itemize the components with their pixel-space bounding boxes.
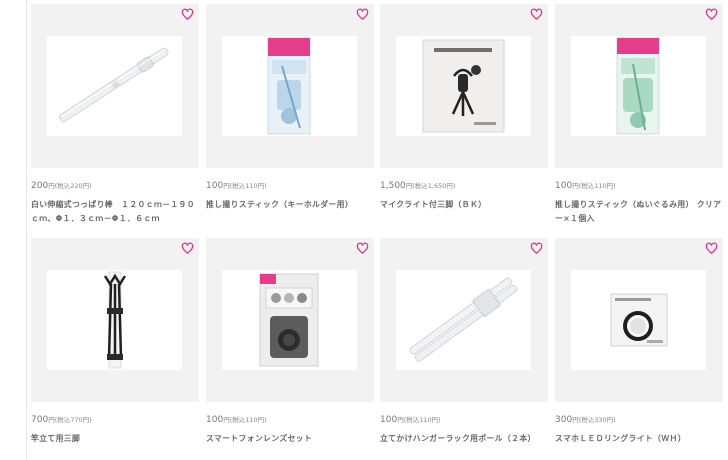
product-name[interactable]: 推し撮りスティック（ぬいぐるみ用） クリアー×１個入 — [555, 198, 723, 226]
product-name[interactable]: 推し撮りスティック（キーホルダー用） — [206, 198, 374, 212]
product-photo-hanger-rack-poles[interactable] — [396, 270, 531, 370]
product-name-link[interactable]: スマホＬＥＤリングライト（ＷＨ） — [555, 434, 686, 443]
product-price: 100円(税込110円) — [206, 415, 267, 425]
product-name-link[interactable]: 推し撮りスティック（キーホルダー用） — [206, 200, 353, 209]
product-photo-lens-set[interactable] — [222, 270, 357, 370]
product-price: 1,500円(税込1,650円) — [380, 181, 456, 191]
product-name-link[interactable]: 竿立て用三脚 — [31, 434, 80, 443]
page-left-rule — [26, 0, 27, 460]
product-tax-price: 円(税込1,650円) — [405, 182, 456, 190]
favorite-heart-icon[interactable] — [530, 8, 543, 21]
product-tax-price: 円(税込220円) — [48, 182, 92, 190]
product-image-tile[interactable] — [555, 4, 723, 168]
favorite-heart-icon[interactable] — [530, 242, 543, 255]
product-name[interactable]: 立てかけハンガーラック用ポール（２本） — [380, 432, 548, 446]
product-price: 100円(税込110円) — [380, 415, 441, 425]
product-image-tile[interactable] — [206, 4, 374, 168]
product-name[interactable]: スマートフォンレンズセット — [206, 432, 374, 446]
product-image-tile[interactable] — [380, 4, 548, 168]
favorite-heart-icon[interactable] — [705, 242, 718, 255]
product-tax-price: 円(税込110円) — [223, 182, 267, 190]
product-name-link[interactable]: 白い伸縮式つっぱり棒 １２０ｃｍ－１９０ｃｍ、Φ１．３ｃｍ－Φ１．６ｃｍ — [31, 200, 195, 223]
product-image-tile[interactable] — [31, 4, 199, 168]
product-image-tile[interactable] — [206, 238, 374, 402]
product-name[interactable]: 白い伸縮式つっぱり棒 １２０ｃｍ－１９０ｃｍ、Φ１．３ｃｍ－Φ１．６ｃｍ — [31, 198, 199, 226]
product-photo-tension-rod[interactable] — [47, 36, 182, 136]
product-price: 100円(税込110円) — [206, 181, 267, 191]
favorite-heart-icon[interactable] — [181, 242, 194, 255]
product-name[interactable]: スマホＬＥＤリングライト（ＷＨ） — [555, 432, 723, 446]
product-tax-price: 円(税込110円) — [572, 182, 616, 190]
product-tax-price: 円(税込110円) — [223, 416, 267, 424]
product-price: 200円(税込220円) — [31, 181, 92, 191]
product-price: 100円(税込110円) — [555, 181, 616, 191]
favorite-heart-icon[interactable] — [705, 8, 718, 21]
favorite-heart-icon[interactable] — [181, 8, 194, 21]
product-name-link[interactable]: 推し撮りスティック（ぬいぐるみ用） クリアー×１個入 — [555, 200, 721, 223]
favorite-heart-icon[interactable] — [356, 242, 369, 255]
product-name[interactable]: マイクライト付三脚（ＢＫ） — [380, 198, 548, 212]
product-photo-selfie-stick-plush[interactable] — [571, 36, 706, 136]
favorite-heart-icon[interactable] — [356, 8, 369, 21]
product-name-link[interactable]: マイクライト付三脚（ＢＫ） — [380, 200, 486, 209]
product-image-tile[interactable] — [380, 238, 548, 402]
product-name-link[interactable]: 立てかけハンガーラック用ポール（２本） — [380, 434, 536, 443]
product-tax-price: 円(税込770円) — [48, 416, 92, 424]
product-photo-mic-light-tripod[interactable] — [396, 36, 531, 136]
product-tax-price: 円(税込330円) — [572, 416, 616, 424]
product-price: 700円(税込770円) — [31, 415, 92, 425]
product-photo-rod-stand-tripod[interactable] — [47, 270, 182, 370]
product-name[interactable]: 竿立て用三脚 — [31, 432, 199, 446]
product-photo-selfie-stick-keychain[interactable] — [222, 36, 357, 136]
product-photo-led-ring-light[interactable] — [571, 270, 706, 370]
product-image-tile[interactable] — [555, 238, 723, 402]
product-name-link[interactable]: スマートフォンレンズセット — [206, 434, 312, 443]
product-tax-price: 円(税込110円) — [397, 416, 441, 424]
product-image-tile[interactable] — [31, 238, 199, 402]
product-price: 300円(税込330円) — [555, 415, 616, 425]
